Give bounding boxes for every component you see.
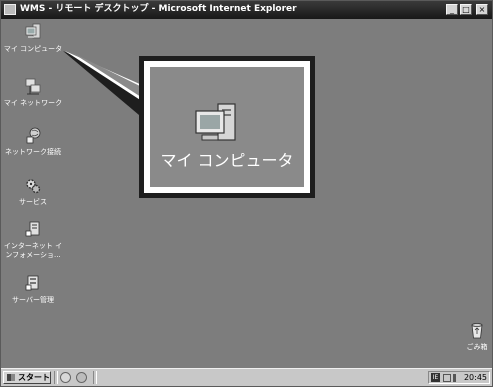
volume-icon[interactable] [453,374,461,382]
desktop[interactable]: マイ コンピュータ マイ ネットワーク ネットワーク接続 サービス インターネッ… [1,19,492,368]
title-bar[interactable]: WMS - リモート デスクトップ - Microsoft Internet E… [1,1,492,19]
ime-indicator[interactable]: IE [431,373,440,382]
internet-explorer-icon[interactable] [76,372,87,383]
maximize-button[interactable]: □ [460,4,472,15]
taskbar-separator [54,371,58,384]
desktop-icon[interactable] [60,372,71,383]
callout-zoom-panel: マイ コンピュータ [150,67,304,187]
window-title: WMS - リモート デスクトップ - Microsoft Internet E… [20,4,297,14]
system-tray: IE 20:45 [428,371,490,384]
windows-flag-icon [7,374,15,381]
clock[interactable]: 20:45 [464,372,487,383]
taskbar: スタート IE 20:45 [1,368,492,386]
start-button[interactable]: スタート [3,371,51,384]
taskbar-separator [93,371,97,384]
remote-desktop-window: WMS - リモート デスクトップ - Microsoft Internet E… [0,0,493,387]
my-computer-icon [195,103,236,141]
start-label: スタート [18,373,50,382]
ie-window-icon[interactable] [4,4,16,15]
callout-label: マイ コンピュータ [160,151,294,170]
close-button[interactable]: × [476,4,488,15]
minimize-button[interactable]: _ [446,4,458,15]
network-tray-icon[interactable] [443,374,451,382]
